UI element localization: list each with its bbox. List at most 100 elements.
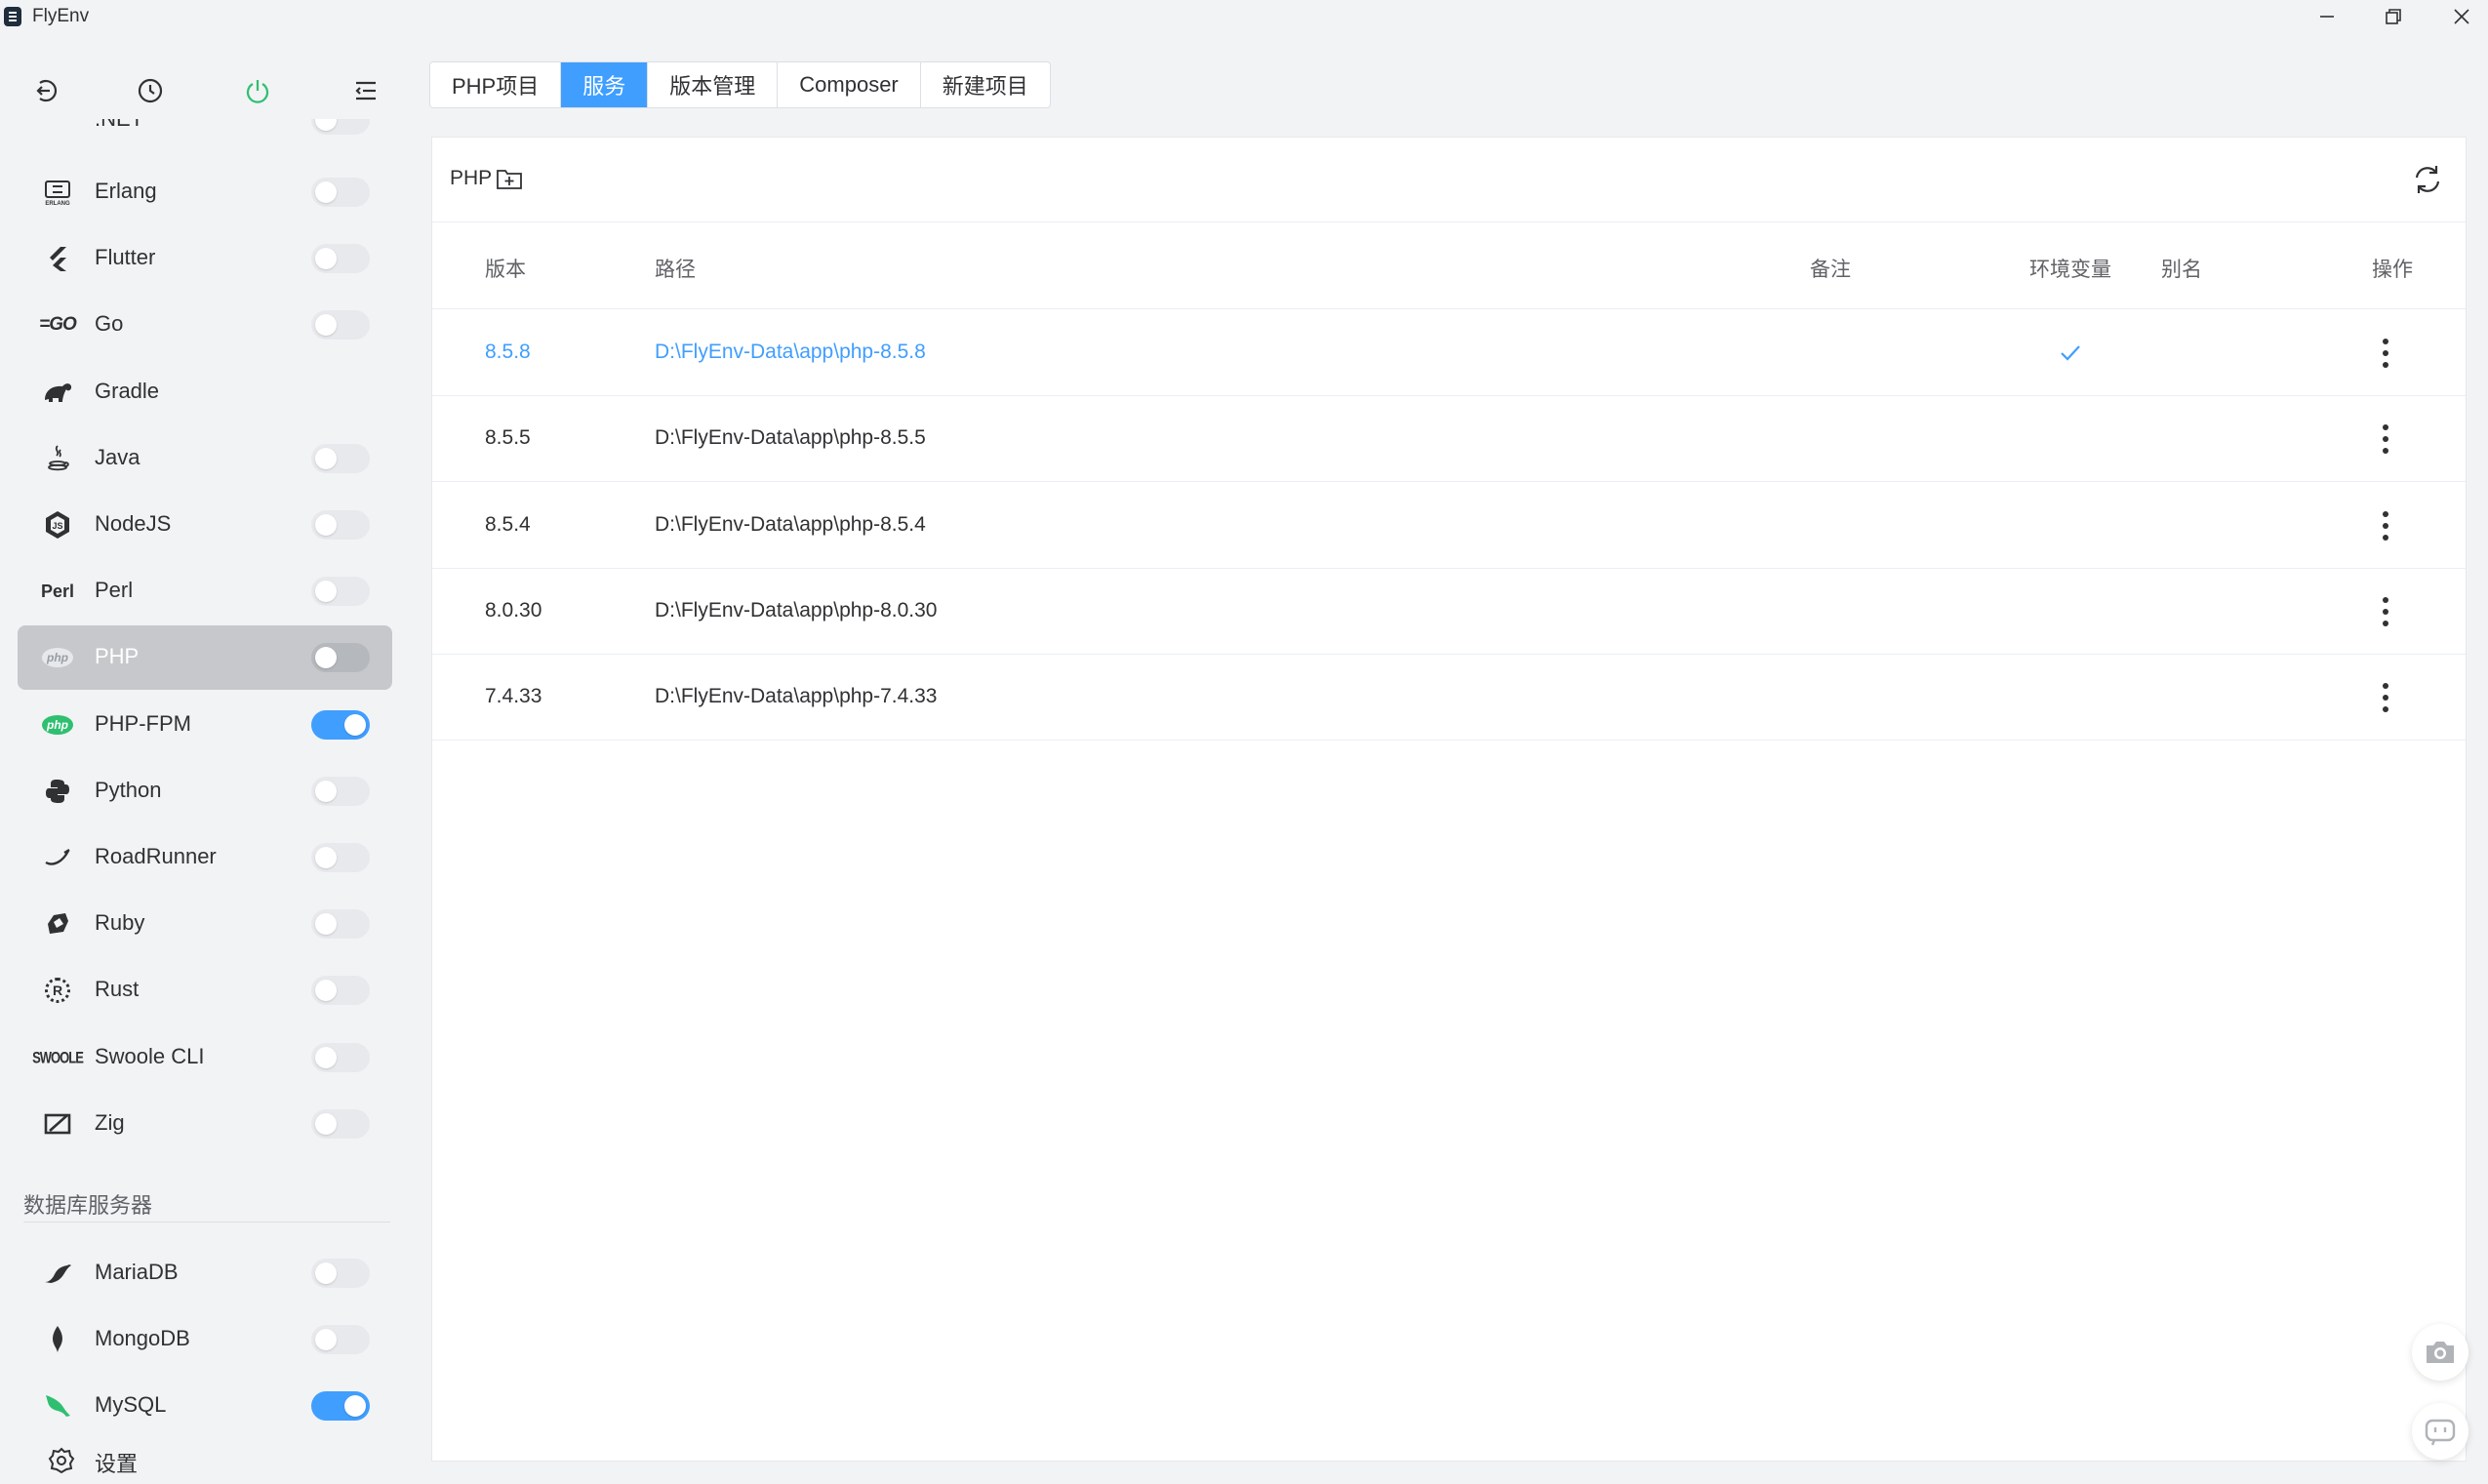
service-toggle[interactable]	[311, 443, 370, 473]
sidebar-item-ruby[interactable]: Ruby	[18, 892, 392, 956]
screenshot-button[interactable]	[2412, 1324, 2468, 1381]
sidebar-item-label: RoadRunner	[95, 844, 217, 868]
ruby-icon	[41, 909, 74, 939]
tab-3[interactable]: Composer	[778, 62, 921, 107]
service-toggle[interactable]	[311, 1108, 370, 1139]
service-toggle[interactable]	[311, 310, 370, 341]
settings-label: 设置	[95, 1452, 139, 1476]
power-button[interactable]	[239, 72, 276, 109]
service-toggle[interactable]	[311, 1325, 370, 1354]
more-actions-icon[interactable]	[2382, 596, 2389, 626]
ai-assistant-button[interactable]	[2412, 1403, 2468, 1460]
perl-icon: Perl	[40, 581, 75, 601]
sidebar-item-zig[interactable]: Zig	[18, 1092, 392, 1156]
service-toggle[interactable]	[311, 178, 370, 207]
logout-icon	[36, 79, 58, 102]
sidebar-item-label: NodeJS	[95, 511, 172, 536]
sidebar-item-rust[interactable]: R Rust	[18, 958, 392, 1023]
sidebar-item-label: PHP	[95, 644, 140, 669]
service-toggle[interactable]	[311, 244, 370, 274]
gear-icon	[48, 1447, 75, 1474]
menu-button[interactable]	[347, 72, 384, 109]
sidebar-toolbar	[0, 33, 410, 119]
sidebar-item-php-fpm[interactable]: php PHP-FPM	[18, 693, 392, 757]
sidebar-item-label: Go	[95, 311, 124, 337]
sidebar-item-label: MariaDB	[95, 1260, 179, 1284]
service-toggle[interactable]	[311, 1391, 370, 1421]
power-icon	[246, 80, 269, 103]
sidebar-item-python[interactable]: Python	[18, 759, 392, 823]
version-cell: 8.5.8	[485, 341, 531, 363]
swoole-icon: SWOOLE	[32, 1047, 84, 1067]
service-toggle[interactable]	[311, 776, 370, 806]
more-actions-icon[interactable]	[2382, 683, 2389, 713]
menu-fold-icon	[355, 81, 376, 100]
version-cell: 8.5.5	[485, 426, 531, 450]
sidebar-item-swoole-cli[interactable]: SWOOLE Swoole CLI	[18, 1025, 392, 1090]
folder-plus-icon[interactable]	[495, 165, 524, 192]
php-icon: php	[41, 643, 74, 672]
sidebar-item-php[interactable]: php PHP	[18, 625, 392, 691]
service-toggle[interactable]	[311, 843, 370, 872]
path-cell: D:\FlyEnv-Data\app\php-8.0.30	[655, 598, 938, 622]
app-logo-icon	[4, 7, 21, 26]
check-icon	[2061, 345, 2080, 361]
column-header-env: 环境变量	[2029, 259, 2111, 281]
refresh-icon[interactable]	[2409, 161, 2446, 198]
tab-4[interactable]: 新建项目	[921, 62, 1050, 107]
sidebar-item-label: Swoole CLI	[95, 1043, 205, 1068]
tab-2[interactable]: 版本管理	[648, 62, 779, 107]
service-toggle[interactable]	[311, 1042, 370, 1072]
tab-0[interactable]: PHP项目	[430, 62, 562, 107]
path-cell: D:\FlyEnv-Data\app\php-7.4.33	[655, 685, 938, 708]
table-row[interactable]: 8.5.4 D:\FlyEnv-Data\app\php-8.5.4	[432, 482, 2466, 569]
sidebar-item-flutter[interactable]: Flutter	[18, 226, 392, 291]
path-cell: D:\FlyEnv-Data\app\php-8.5.8	[655, 341, 926, 363]
sidebar-item-mongodb[interactable]: MongoDB	[18, 1307, 392, 1372]
version-cell: 8.5.4	[485, 512, 531, 536]
service-toggle[interactable]	[311, 510, 370, 540]
sidebar-item-go[interactable]: =GO Go	[18, 293, 392, 357]
service-toggle[interactable]	[311, 577, 370, 607]
more-actions-icon[interactable]	[2382, 339, 2389, 368]
column-header-actions: 操作	[2372, 259, 2413, 281]
java-icon	[41, 444, 74, 473]
sidebar-item-mysql[interactable]: MySQL	[18, 1374, 392, 1438]
close-button[interactable]	[2428, 0, 2488, 33]
service-toggle[interactable]	[311, 976, 370, 1006]
table-row[interactable]: 8.0.30 D:\FlyEnv-Data\app\php-8.0.30	[432, 568, 2466, 655]
gradle-icon	[41, 378, 74, 407]
table-row[interactable]: 8.5.5 D:\FlyEnv-Data\app\php-8.5.5	[432, 395, 2466, 483]
service-toggle[interactable]	[311, 909, 370, 940]
sidebar-item-erlang[interactable]: ERLANG Erlang	[18, 160, 392, 224]
mysql-icon	[41, 1391, 74, 1421]
restore-icon	[2386, 9, 2401, 24]
robot-icon	[2425, 1419, 2456, 1446]
sidebar-item-java[interactable]: Java	[18, 426, 392, 491]
sidebar-item-gradle[interactable]: Gradle	[18, 360, 392, 424]
settings-button[interactable]: 设置	[0, 1438, 410, 1484]
title-bar: FlyEnv	[0, 0, 2488, 33]
minimize-button[interactable]	[2293, 0, 2361, 33]
sidebar-item-nodejs[interactable]: JS NodeJS	[18, 493, 392, 557]
sidebar-item-mariadb[interactable]: MariaDB	[18, 1241, 392, 1305]
table-header: 版本 路径 备注 环境变量 别名 操作	[432, 222, 2466, 309]
service-toggle[interactable]	[311, 643, 370, 673]
table-row[interactable]: 7.4.33 D:\FlyEnv-Data\app\php-7.4.33	[432, 654, 2466, 742]
sidebar-item-perl[interactable]: Perl Perl	[18, 559, 392, 623]
more-actions-icon[interactable]	[2382, 424, 2389, 455]
service-toggle[interactable]	[311, 1259, 370, 1288]
table-row[interactable]: 8.5.8 D:\FlyEnv-Data\app\php-8.5.8	[432, 309, 2466, 396]
tab-1[interactable]: 服务	[561, 62, 649, 107]
db-section-title: 数据库服务器	[23, 1193, 153, 1218]
card-header: PHP	[432, 138, 2466, 222]
more-actions-icon[interactable]	[2382, 510, 2389, 541]
back-button[interactable]	[25, 72, 62, 109]
service-toggle[interactable]	[311, 709, 370, 740]
history-button[interactable]	[132, 72, 169, 109]
sidebar-item-roadrunner[interactable]: RoadRunner	[18, 825, 392, 890]
python-icon	[41, 777, 74, 806]
section-divider	[23, 1222, 390, 1223]
restore-button[interactable]	[2359, 0, 2428, 33]
version-cell: 8.0.30	[485, 598, 542, 622]
